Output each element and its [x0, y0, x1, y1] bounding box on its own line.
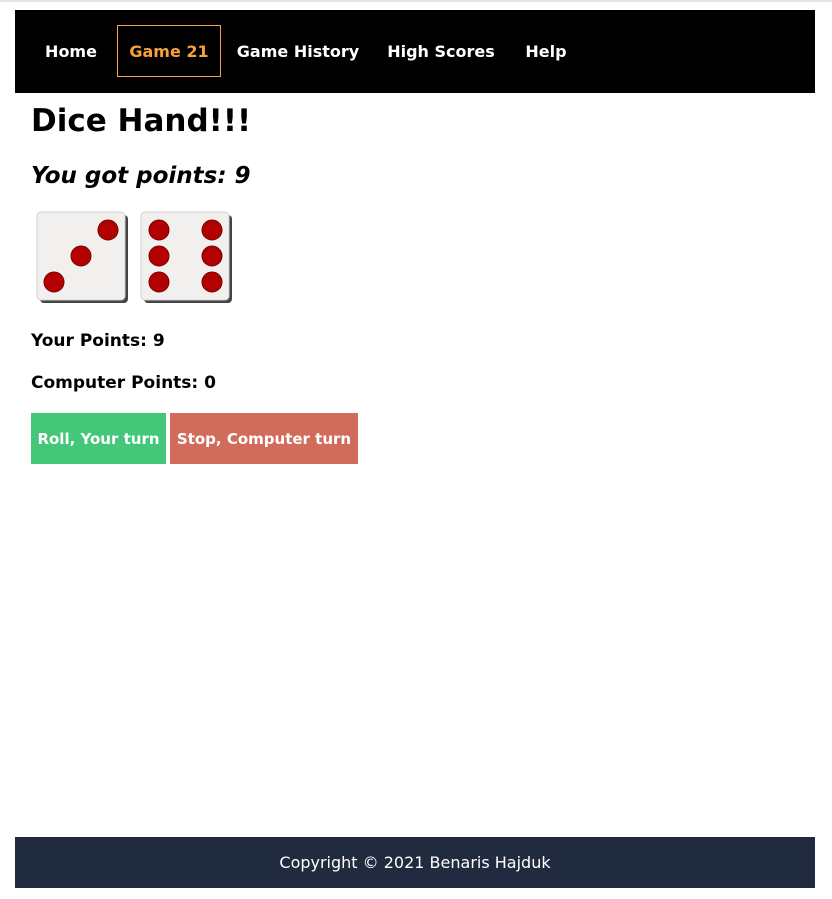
points-message: You got points: 9 — [31, 163, 251, 189]
pip — [201, 245, 223, 267]
pip — [97, 219, 119, 241]
your-points: Your Points: 9 — [31, 331, 165, 351]
page-title: Dice Hand!!! — [31, 103, 252, 139]
pip — [148, 245, 170, 267]
pip — [148, 271, 170, 293]
die-face-three — [36, 211, 128, 303]
nav-item-help[interactable]: Help — [515, 25, 577, 77]
pip — [201, 219, 223, 241]
pip — [43, 271, 65, 293]
copyright-text: Copyright © 2021 Benaris Hajduk — [279, 853, 551, 872]
pip — [201, 271, 223, 293]
main-navbar: Home Game 21 Game History High Scores He… — [15, 10, 815, 93]
pip — [70, 245, 92, 267]
nav-item-game-history[interactable]: Game History — [229, 25, 367, 77]
roll-button[interactable]: Roll, Your turn — [31, 413, 166, 464]
footer: Copyright © 2021 Benaris Hajduk — [15, 837, 815, 888]
top-divider — [0, 0, 832, 2]
die-face-six — [140, 211, 232, 303]
pip — [148, 219, 170, 241]
computer-points: Computer Points: 0 — [31, 373, 216, 393]
nav-item-high-scores[interactable]: High Scores — [377, 25, 505, 77]
nav-item-home[interactable]: Home — [31, 25, 111, 77]
nav-item-game-21[interactable]: Game 21 — [117, 25, 221, 77]
stop-button[interactable]: Stop, Computer turn — [170, 413, 358, 464]
